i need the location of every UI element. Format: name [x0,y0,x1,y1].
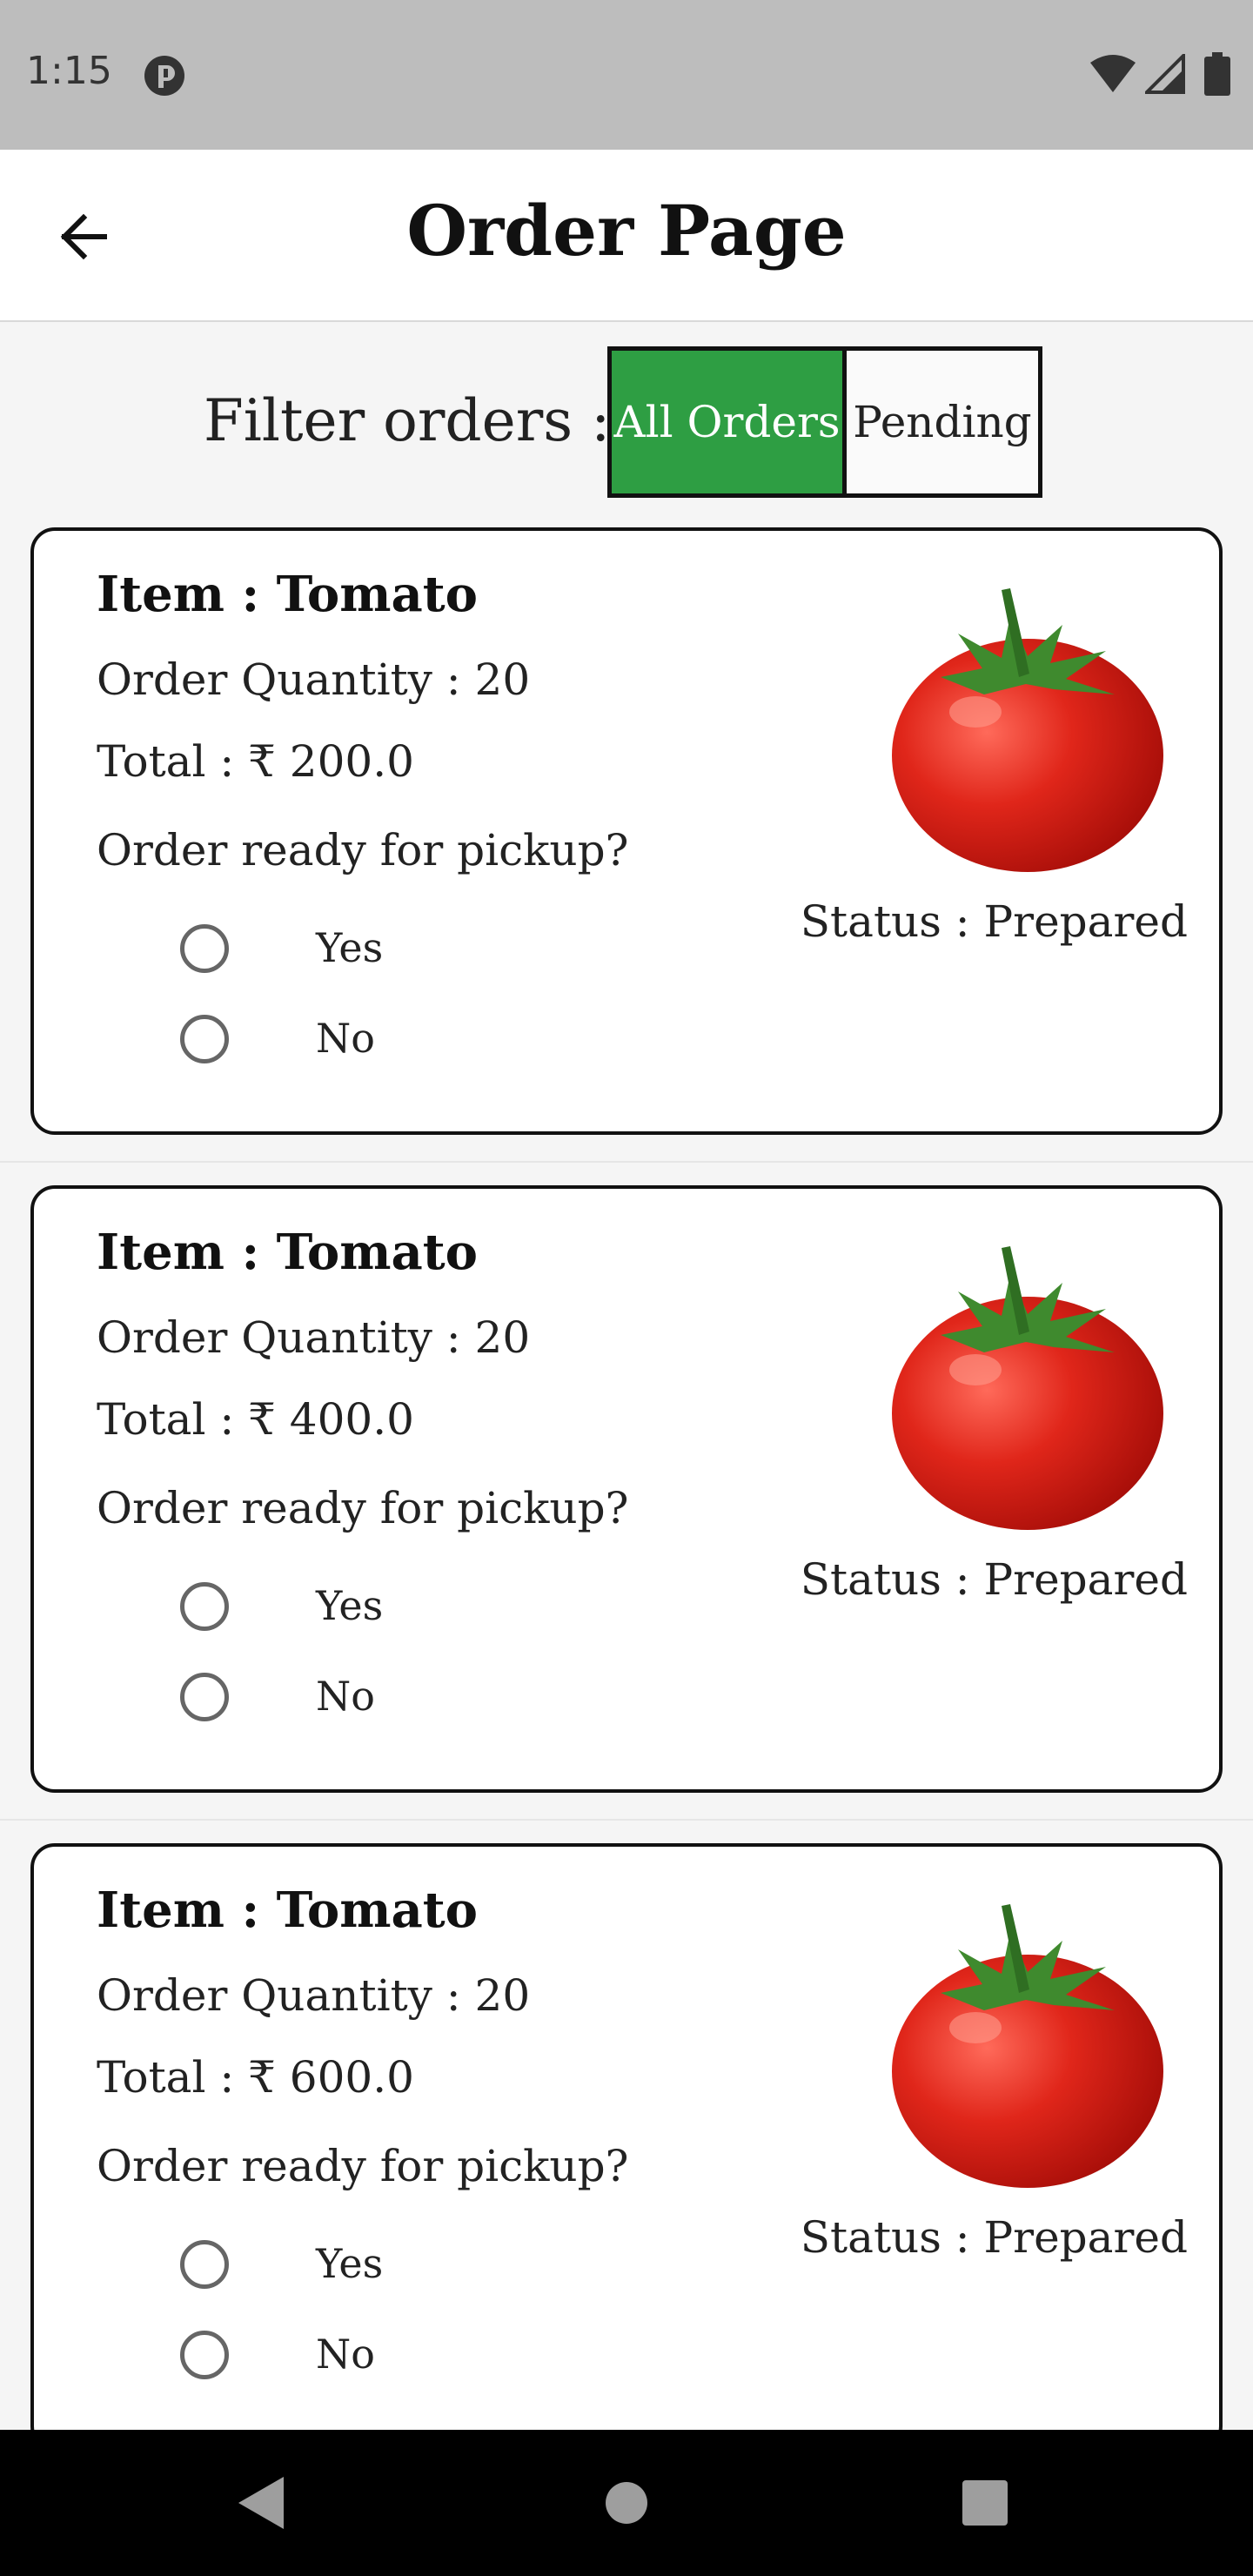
pickup-no-radio[interactable] [180,2331,229,2379]
pickup-no-radio[interactable] [180,1673,229,1721]
order-item-name: Item : Tomato [97,1882,478,1939]
order-status: Status : Prepared [800,896,1188,947]
pickup-no-label[interactable]: No [316,1015,375,1062]
filter-toggle-group: All Orders Pending [607,346,1042,498]
filter-pending-button[interactable]: Pending [847,351,1038,493]
order-total: Total : ₹ 400.0 [97,1394,414,1445]
pickup-yes-label[interactable]: Yes [316,1582,383,1629]
wifi-icon [1090,55,1136,92]
pickup-question: Order ready for pickup? [97,825,629,875]
order-status: Status : Prepared [800,2212,1188,2263]
tomato-image [892,1246,1163,1530]
order-total: Total : ₹ 200.0 [97,736,414,787]
page-title: Order Page [406,190,847,272]
pickup-yes-radio[interactable] [180,924,229,973]
pickup-yes-radio[interactable] [180,2240,229,2289]
pickup-question: Order ready for pickup? [97,1483,629,1533]
order-card: Item : Tomato Order Quantity : 20 Total … [30,1185,1223,1793]
order-quantity: Order Quantity : 20 [97,654,531,705]
app-notification-icon [144,56,184,96]
pickup-yes-radio[interactable] [180,1582,229,1631]
nav-home-icon[interactable] [604,2480,649,2526]
tomato-image [892,588,1163,872]
battery-icon [1204,52,1230,96]
order-item-name: Item : Tomato [97,1224,478,1281]
divider [0,1819,1253,1821]
filter-all-orders-button[interactable]: All Orders [612,351,847,493]
pickup-yes-label[interactable]: Yes [316,2240,383,2287]
cell-signal-icon [1145,54,1185,94]
order-quantity: Order Quantity : 20 [97,1312,531,1363]
order-card: Item : Tomato Order Quantity : 20 Total … [30,527,1223,1135]
nav-recents-icon[interactable] [962,2480,1008,2526]
order-item-name: Item : Tomato [97,566,478,623]
pickup-no-radio[interactable] [180,1015,229,1063]
status-bar: 1:15 [0,0,1253,150]
pickup-no-label[interactable]: No [316,1673,375,1720]
filter-label: Filter orders : [204,387,611,454]
divider [0,1161,1253,1163]
status-time: 1:15 [26,49,112,93]
navigation-bar [0,2430,1253,2576]
pickup-question: Order ready for pickup? [97,2141,629,2191]
app-bar: Order Page [0,150,1253,322]
order-card: Item : Tomato Order Quantity : 20 Total … [30,1843,1223,2451]
tomato-image [892,1904,1163,2188]
order-status: Status : Prepared [800,1554,1188,1605]
pickup-yes-label[interactable]: Yes [316,924,383,971]
order-total: Total : ₹ 600.0 [97,2052,414,2103]
nav-back-icon[interactable] [235,2473,287,2532]
pickup-no-label[interactable]: No [316,2331,375,2378]
order-quantity: Order Quantity : 20 [97,1970,531,2021]
